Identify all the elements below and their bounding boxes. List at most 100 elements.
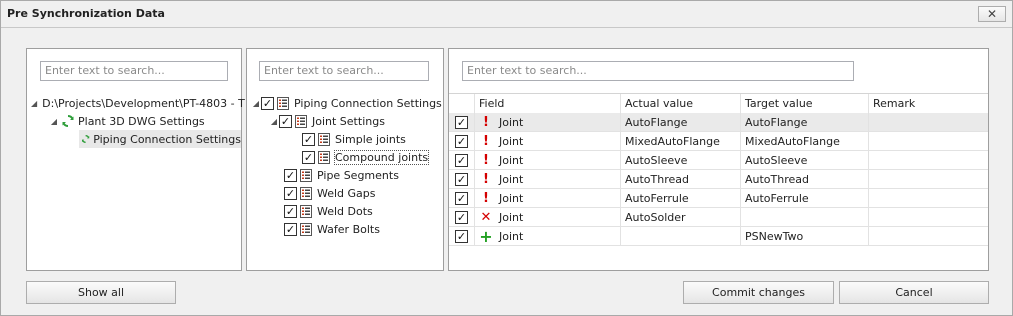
actual-value-cell: AutoFerrule	[621, 189, 741, 208]
row-select-cell[interactable]: ✓	[449, 132, 475, 151]
checkbox[interactable]: ✓	[302, 132, 315, 146]
checkbox[interactable]: ✓	[284, 222, 297, 236]
list-settings-icon	[300, 204, 312, 218]
grid-search-input[interactable]: Enter text to search...	[462, 61, 854, 81]
field-cell: ✕ Joint	[475, 208, 621, 227]
settings-search-input[interactable]: Enter text to search...	[259, 61, 429, 81]
remark-cell	[869, 189, 988, 208]
checkbox[interactable]: ✓	[279, 114, 292, 128]
show-all-button[interactable]: Show all	[26, 281, 176, 304]
target-value-cell	[741, 208, 869, 227]
field-cell: ! Joint	[475, 151, 621, 170]
checkbox[interactable]: ✓	[455, 230, 468, 243]
tree-node-label: Simple joints	[335, 132, 406, 146]
target-value-cell: AutoFlange	[741, 113, 869, 132]
tree-node-wafer-bolts[interactable]: ✓ Wafer Bolts	[284, 220, 380, 238]
column-header-actual[interactable]: Actual value	[621, 94, 741, 113]
table-row[interactable]: ✓! Joint AutoFlange AutoFlange	[449, 113, 988, 132]
checkbox[interactable]: ✓	[455, 211, 468, 224]
column-header-remark[interactable]: Remark	[869, 94, 988, 113]
tree-node-label: Compound joints	[333, 149, 430, 165]
close-button[interactable]: ✕	[978, 6, 1006, 22]
collapse-arrow-icon[interactable]: ◢	[251, 99, 261, 108]
field-value: Joint	[499, 116, 524, 129]
tree-node-weld-gaps[interactable]: ✓ Weld Gaps	[284, 184, 376, 202]
row-select-cell[interactable]: ✓	[449, 170, 475, 189]
cancel-button[interactable]: Cancel	[839, 281, 989, 304]
collapse-arrow-icon[interactable]: ◢	[269, 117, 279, 126]
row-select-cell[interactable]: ✓	[449, 227, 475, 246]
table-row[interactable]: ✓! Joint AutoSleeve AutoSleeve	[449, 151, 988, 170]
tree-node-piping-connection[interactable]: Piping Connection Settings	[79, 130, 241, 148]
grid-header: Field Actual value Target value Remark	[449, 94, 988, 113]
actual-value-cell: MixedAutoFlange	[621, 132, 741, 151]
exclamation-icon: !	[483, 115, 489, 130]
delete-x-icon: ✕	[480, 210, 492, 225]
tree-node-weld-dots[interactable]: ✓ Weld Dots	[284, 202, 373, 220]
list-settings-icon	[318, 132, 330, 146]
commit-changes-button[interactable]: Commit changes	[683, 281, 834, 304]
checkbox[interactable]: ✓	[284, 168, 297, 182]
checkbox[interactable]: ✓	[302, 150, 315, 164]
checkbox[interactable]: ✓	[455, 116, 468, 129]
remark-cell	[869, 170, 988, 189]
exclamation-icon: !	[483, 172, 489, 187]
field-cell: ! Joint	[475, 113, 621, 132]
row-select-cell[interactable]: ✓	[449, 208, 475, 227]
field-cell: ! Joint	[475, 170, 621, 189]
row-select-cell[interactable]: ✓	[449, 113, 475, 132]
tree-node-compound-joints[interactable]: ✓ Compound joints	[302, 148, 430, 166]
field-value: Joint	[499, 211, 524, 224]
table-row[interactable]: ✓! Joint MixedAutoFlange MixedAutoFlange	[449, 132, 988, 151]
target-value-cell: PSNewTwo	[741, 227, 869, 246]
tree-node-joint-settings[interactable]: ◢ ✓ Joint Settings	[269, 112, 385, 130]
table-row[interactable]: ✓! Joint AutoThread AutoThread	[449, 170, 988, 189]
collapse-arrow-icon[interactable]: ◢	[49, 117, 59, 126]
tree-node-plant3d[interactable]: ◢ Plant 3D DWG Settings	[49, 112, 205, 130]
field-cell: + Joint	[475, 227, 621, 246]
remark-cell	[869, 132, 988, 151]
tree-node-project[interactable]: ◢ D:\Projects\Development\PT-4803 - T	[31, 94, 245, 112]
tree-node-label: Piping Connection Settings	[294, 96, 442, 110]
content-area: Enter text to search... ◢ D:\Projects\De…	[5, 30, 1009, 313]
checkbox[interactable]: ✓	[284, 186, 297, 200]
dialog-window: Pre Synchronization Data ✕ Enter text to…	[0, 0, 1013, 316]
table-row[interactable]: ✓ ✕ Joint AutoSolder	[449, 208, 988, 227]
source-tree-panel: Enter text to search... ◢ D:\Projects\De…	[26, 48, 245, 271]
table-row[interactable]: ✓ + Joint PSNewTwo	[449, 227, 988, 246]
sync-icon	[81, 135, 90, 143]
column-header-target[interactable]: Target value	[741, 94, 869, 113]
table-row[interactable]: ✓! Joint AutoFerrule AutoFerrule	[449, 189, 988, 208]
checkbox[interactable]: ✓	[455, 135, 468, 148]
tree-node-label: Weld Gaps	[317, 186, 376, 200]
list-settings-icon	[295, 114, 307, 128]
exclamation-icon: !	[483, 153, 489, 168]
row-select-cell[interactable]: ✓	[449, 189, 475, 208]
checkbox[interactable]: ✓	[284, 204, 297, 218]
tree-node-simple-joints[interactable]: ✓ Simple joints	[302, 130, 406, 148]
field-cell: ! Joint	[475, 189, 621, 208]
remark-cell	[869, 208, 988, 227]
list-settings-icon	[318, 150, 330, 164]
remark-cell	[869, 113, 988, 132]
row-select-cell[interactable]: ✓	[449, 151, 475, 170]
tree-node-label: D:\Projects\Development\PT-4803 - T	[42, 96, 245, 110]
checkbox[interactable]: ✓	[455, 173, 468, 186]
collapse-arrow-icon[interactable]: ◢	[31, 99, 37, 108]
actual-value-cell	[621, 227, 741, 246]
checkbox[interactable]: ✓	[455, 192, 468, 205]
tree-node-label: Weld Dots	[317, 204, 373, 218]
checkbox[interactable]: ✓	[261, 96, 274, 110]
exclamation-icon: !	[483, 191, 489, 206]
column-header-field[interactable]: Field	[475, 94, 621, 113]
list-settings-icon	[277, 96, 289, 110]
field-cell: ! Joint	[475, 132, 621, 151]
checkbox[interactable]: ✓	[455, 154, 468, 167]
actual-value-cell: AutoThread	[621, 170, 741, 189]
list-settings-icon	[300, 186, 312, 200]
tree-node-piping-connection-settings[interactable]: ◢ ✓ Piping Connection Settings	[251, 94, 442, 112]
source-search-input[interactable]: Enter text to search...	[40, 61, 228, 81]
list-settings-icon	[300, 168, 312, 182]
tree-node-pipe-segments[interactable]: ✓ Pipe Segments	[284, 166, 399, 184]
field-value: Joint	[499, 173, 524, 186]
